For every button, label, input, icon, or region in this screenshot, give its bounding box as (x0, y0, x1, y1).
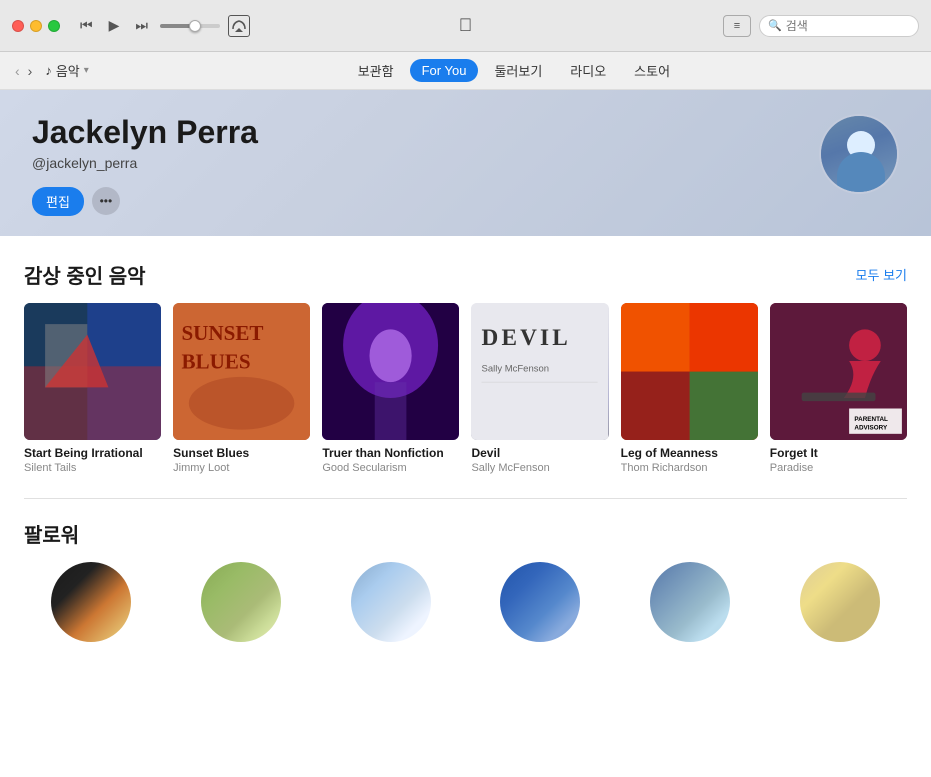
apple-logo-icon:  (459, 15, 473, 36)
album-name-4: Devil (471, 446, 608, 460)
follower-avatar-1 (51, 562, 131, 642)
follower-avatar-6 (800, 562, 880, 642)
svg-text:PARENTAL: PARENTAL (854, 416, 888, 423)
profile-handle: @jackelyn_perra (32, 155, 258, 171)
album-artist-1: Silent Tails (24, 462, 161, 474)
follower-avatar-5 (650, 562, 730, 642)
see-all-button[interactable]: 모두 보기 (856, 265, 907, 284)
album-artist-5: Thom Richardson (621, 462, 758, 474)
more-options-button[interactable]: ••• (92, 187, 120, 215)
album-item[interactable]: Start Being Irrational Silent Tails (24, 303, 161, 474)
album-item[interactable]: DEVIL Sally McFenson Devil Sally McFenso… (471, 303, 608, 474)
follower-avatar-4 (500, 562, 580, 642)
album-item[interactable]: PARENTAL ADVISORY Forget It Paradise (770, 303, 907, 474)
album-art-6: PARENTAL ADVISORY (770, 303, 907, 440)
section-divider (24, 498, 907, 499)
albums-grid: Start Being Irrational Silent Tails SUNS… (24, 303, 907, 474)
album-item[interactable]: SUNSET BLUES Sunset Blues Jimmy Loot (173, 303, 310, 474)
list-view-button[interactable]: ≡ (723, 15, 751, 37)
tab-browse[interactable]: 보관함 (346, 57, 406, 84)
follower-avatar-2 (201, 562, 281, 642)
rewind-button[interactable]: ⏮ (76, 15, 97, 36)
nav-arrows: ‹ › (12, 61, 35, 81)
navbar: ‹ › ♪ 음악 ▾ 보관함 For You 둘러보기 라디오 스토어 (0, 52, 931, 90)
profile-avatar (819, 114, 899, 194)
follower-item[interactable] (473, 562, 607, 648)
nav-forward-button[interactable]: › (25, 61, 36, 81)
fast-forward-button[interactable]: ⏭ (131, 15, 152, 36)
search-input[interactable] (786, 19, 910, 33)
svg-text:Sally McFenson: Sally McFenson (482, 364, 549, 375)
music-note-icon: ♪ (45, 63, 52, 78)
follower-item[interactable] (623, 562, 757, 648)
album-artist-3: Good Secularism (322, 462, 459, 474)
album-artist-4: Sally McFenson (471, 462, 608, 474)
album-art-4: DEVIL Sally McFenson (471, 303, 608, 440)
content-wrapper: Jackelyn Perra @jackelyn_perra 편집 ••• 감상… (0, 90, 931, 777)
album-item[interactable]: Leg of Meanness Thom Richardson (621, 303, 758, 474)
profile-name: Jackelyn Perra (32, 114, 258, 151)
fullscreen-button[interactable] (48, 20, 60, 32)
nav-tabs: 보관함 For You 둘러보기 라디오 스토어 (346, 57, 682, 84)
search-box: 🔍 (759, 15, 919, 37)
svg-text:SUNSET: SUNSET (182, 321, 264, 345)
album-name-3: Truer than Nonfiction (322, 446, 459, 460)
music-dropdown-icon[interactable]: ▾ (84, 65, 89, 76)
close-button[interactable] (12, 20, 24, 32)
album-art-2: SUNSET BLUES (173, 303, 310, 440)
listening-section-title: 감상 중인 음악 (24, 260, 146, 289)
avatar-image (821, 116, 897, 192)
tab-radio[interactable]: 라디오 (558, 57, 618, 84)
tab-for-you[interactable]: For You (410, 59, 479, 82)
album-artist-2: Jimmy Loot (173, 462, 310, 474)
minimize-button[interactable] (30, 20, 42, 32)
listening-section-header: 감상 중인 음악 모두 보기 (24, 260, 907, 289)
music-label-text: 음악 (56, 61, 80, 80)
svg-text:DEVIL: DEVIL (482, 325, 571, 351)
svg-text:ADVISORY: ADVISORY (854, 425, 888, 432)
nav-back-button[interactable]: ‹ (12, 61, 23, 81)
profile-info: Jackelyn Perra @jackelyn_perra 편집 ••• (32, 114, 258, 216)
music-source-label: ♪ 음악 ▾ (45, 61, 88, 80)
svg-text:BLUES: BLUES (182, 349, 251, 373)
album-name-6: Forget It (770, 446, 907, 460)
album-art-5 (621, 303, 758, 440)
titlebar: ⏮ ▶ ⏭  ≡ 🔍 (0, 0, 931, 52)
album-name-1: Start Being Irrational (24, 446, 161, 460)
volume-slider[interactable] (160, 24, 220, 28)
album-art-3 (322, 303, 459, 440)
follower-avatar-3 (351, 562, 431, 642)
tab-browse2[interactable]: 둘러보기 (482, 57, 554, 84)
search-icon: 🔍 (768, 19, 782, 32)
main-content: 감상 중인 음악 모두 보기 Start Being Irrational Si… (0, 236, 931, 777)
album-item[interactable]: Truer than Nonfiction Good Secularism (322, 303, 459, 474)
album-name-5: Leg of Meanness (621, 446, 758, 460)
profile-header: Jackelyn Perra @jackelyn_perra 편집 ••• (0, 90, 931, 236)
followers-section-header: 팔로워 (24, 519, 907, 548)
ellipsis-icon: ••• (100, 194, 113, 208)
tab-store[interactable]: 스토어 (622, 57, 682, 84)
edit-button[interactable]: 편집 (32, 187, 84, 216)
profile-actions: 편집 ••• (32, 187, 258, 216)
playback-controls: ⏮ ▶ ⏭ (76, 15, 250, 37)
follower-item[interactable] (773, 562, 907, 648)
airplay-button[interactable] (228, 15, 250, 37)
play-button[interactable]: ▶ (105, 15, 124, 36)
traffic-lights (12, 20, 60, 32)
album-artist-6: Paradise (770, 462, 907, 474)
album-art-1 (24, 303, 161, 440)
follower-item[interactable] (24, 562, 158, 648)
album-name-2: Sunset Blues (173, 446, 310, 460)
follower-item[interactable] (324, 562, 458, 648)
follower-item[interactable] (174, 562, 308, 648)
followers-grid (24, 562, 907, 648)
followers-section-title: 팔로워 (24, 519, 79, 548)
volume-thumb[interactable] (189, 20, 201, 32)
titlebar-right: ≡ 🔍 (723, 15, 919, 37)
